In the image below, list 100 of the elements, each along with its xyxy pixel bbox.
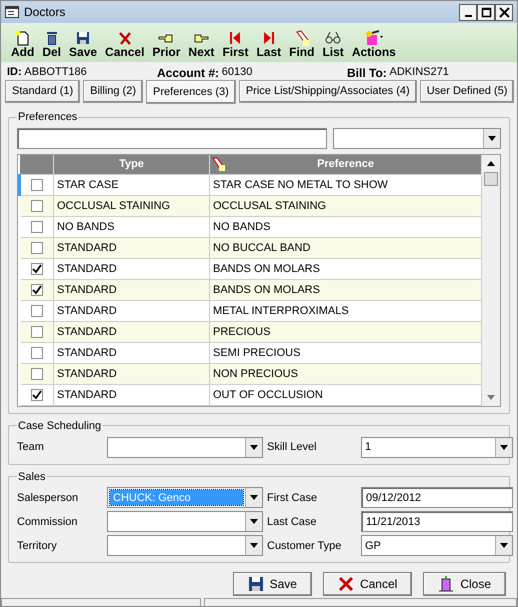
table-cell: SEMI PRECIOUS [210,342,482,364]
field-label: ID: [7,65,22,77]
tab[interactable]: User Defined (5) [420,80,514,103]
table-cell: STANDARD [54,237,210,258]
tab[interactable]: Preferences (3) [146,80,236,104]
search-field[interactable] [17,128,327,149]
dropdown-field[interactable]: GP [361,535,513,556]
actions-icon [364,30,384,46]
table-cell: STANDARD [54,363,210,384]
tab[interactable]: Billing (2) [83,80,144,103]
checkbox[interactable] [31,242,43,254]
caret-icon [250,444,258,450]
toolbar-button[interactable]: Find [285,30,318,59]
filter-dropdown[interactable] [332,128,501,149]
table-cell: BANDS ON MOLARS [210,279,482,300]
table-cell: STANDARD [54,279,210,300]
input-field[interactable]: 09/12/2012 [361,487,513,508]
dropdown-field[interactable] [107,511,263,532]
input-field[interactable]: 11/21/2013 [361,511,513,532]
scroll-up-icon [487,161,495,166]
checkbox[interactable] [31,326,43,338]
x-mark-icon [116,30,133,46]
table-cell: NO BUCCAL BAND [210,237,482,258]
tab[interactable]: Price List/Shipping/Associates (4) [238,80,417,103]
field-label: Bill To: [347,65,387,77]
toolbar-button[interactable]: Actions [348,30,400,59]
toolbar-button[interactable]: Next [184,30,218,59]
field-label: Commission [17,514,79,530]
toolbar-button[interactable]: List [318,30,348,59]
caret-icon [250,495,258,500]
tab[interactable]: Standard (1) [5,80,80,103]
toolbar-button[interactable]: Add [7,30,38,59]
table-cell: PRECIOUS [210,321,482,342]
flashlight-icon [294,30,310,46]
window-title: Doctors [24,4,66,21]
field-label: Customer Type [267,538,342,554]
field-label: First Case [267,490,318,506]
checkbox[interactable] [31,262,43,275]
checkbox[interactable] [31,304,43,317]
table-cell: STAR CASE [54,174,210,196]
column-header [20,155,54,174]
window-icon [5,6,19,18]
dropdown-field[interactable] [107,535,263,556]
new-document-icon [14,30,31,46]
toolbar-button[interactable]: Del [38,30,66,59]
dialog-button[interactable]: Save [232,572,312,596]
toolbar-button[interactable]: Save [65,30,102,59]
column-header[interactable]: Type [54,155,210,174]
caret-icon [250,543,258,548]
close-icon [498,6,510,18]
toolbar-button[interactable]: Last [252,30,286,59]
checkbox[interactable] [31,388,43,401]
scrollbar[interactable] [482,155,500,406]
table-cell: OCCLUSAL STAINING [54,195,210,216]
checkbox[interactable] [31,346,43,359]
table-cell: STANDARD [54,342,210,364]
checkbox[interactable] [31,368,43,380]
checkbox[interactable] [31,200,43,212]
table-cell: METAL INTERPROXIMALS [210,300,482,322]
field-label: Account #: [157,65,220,77]
checkbox[interactable] [31,178,43,191]
table-cell: STANDARD [54,321,210,342]
group-title: Case Scheduling [17,420,102,432]
dropdown-field[interactable]: 1 [361,436,513,458]
checkbox[interactable] [31,284,43,296]
group-title: Preferences [17,111,78,123]
group-title: Sales [17,470,47,482]
checkbox[interactable] [31,220,43,233]
dialog-button[interactable]: Close [423,572,506,596]
glasses-icon [325,30,342,46]
caret-icon [250,519,258,524]
toolbar-button[interactable]: Prior [148,30,184,59]
field-label: Salesperson [17,490,80,506]
maximize-icon [480,6,492,18]
scroll-thumb[interactable] [484,172,498,186]
table-cell: STANDARD [54,258,210,280]
table-cell: STAR CASE NO METAL TO SHOW [210,174,482,196]
field-label: Skill Level [267,440,318,455]
column-header[interactable]: Preference [210,155,482,174]
dropdown-field[interactable] [107,436,263,458]
field-label: Team [17,440,45,455]
x-mark-icon [338,576,354,592]
minimize-icon [464,15,472,17]
dialog-button[interactable]: Cancel [322,572,412,596]
table-cell: OCCLUSAL STAINING [210,195,482,216]
minimize-button[interactable] [459,4,477,20]
close-button[interactable] [495,4,513,20]
maximize-button[interactable] [477,4,495,20]
flashlight-icon [212,157,226,172]
toolbar-button[interactable]: Cancel [101,30,148,59]
table-cell: STANDARD [54,300,210,322]
table-cell: BANDS ON MOLARS [210,258,482,280]
field-value: ADKINS271 [390,65,449,77]
caret-icon [500,444,508,450]
toolbar-button[interactable]: First [218,30,252,59]
table-cell: NON PRECIOUS [210,363,482,384]
caret-icon [488,136,496,141]
table-cell: OUT OF OCCLUSION [210,384,482,406]
field-label: Last Case [267,514,318,530]
field-value: ABBOTT186 [24,65,87,77]
